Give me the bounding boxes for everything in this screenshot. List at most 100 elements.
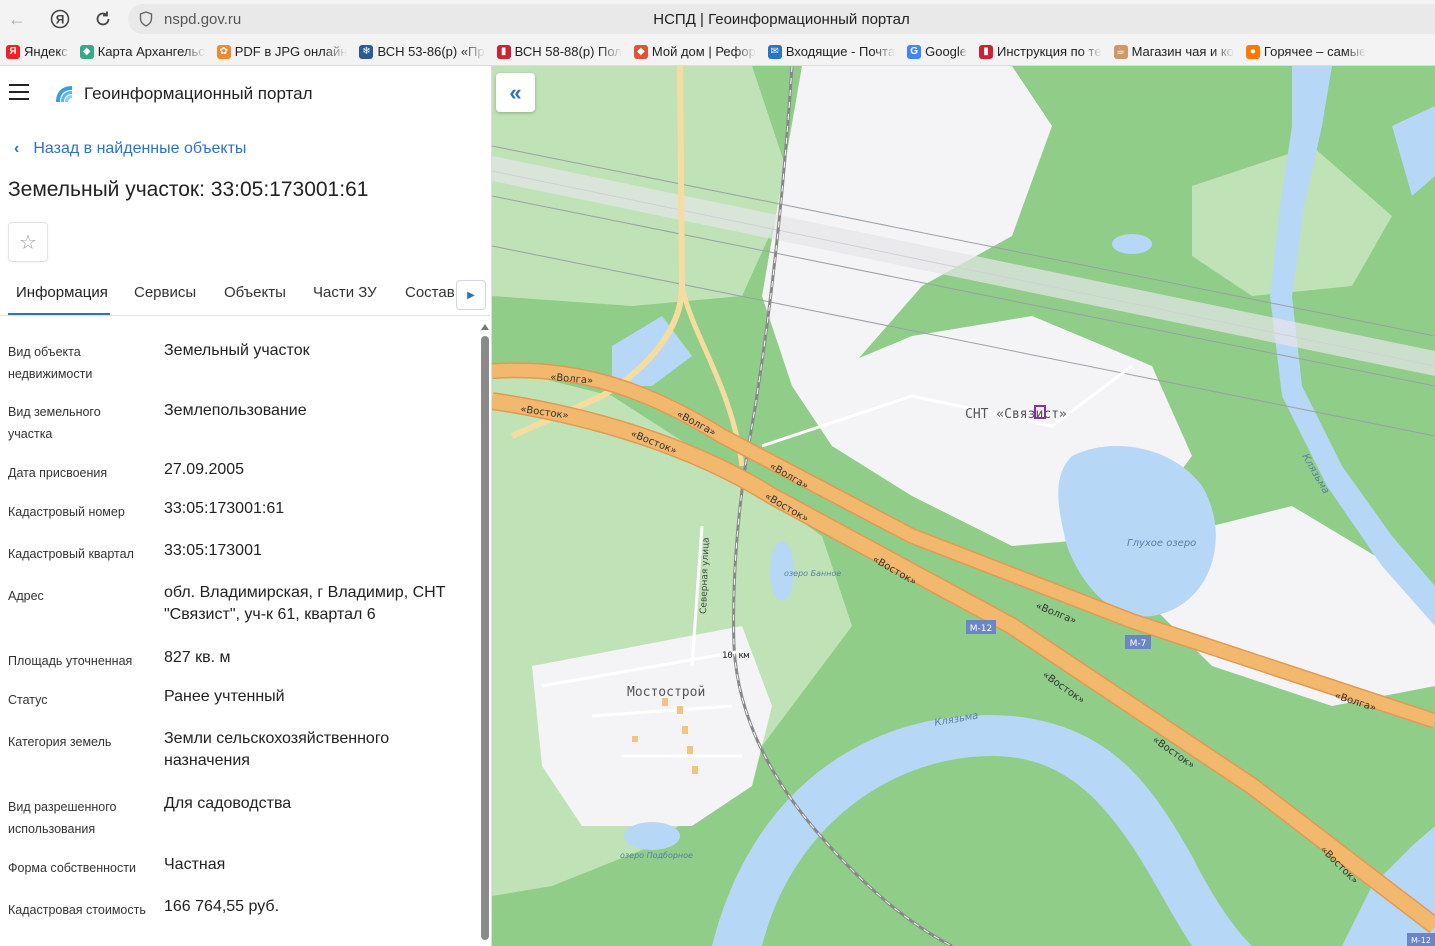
info-value: обл. Владимирская, г Владимир, СНТ "Связ… bbox=[164, 584, 446, 623]
bookmark-item[interactable]: ▮ Инструкция по те bbox=[979, 44, 1102, 59]
map-icon: ◆ bbox=[79, 44, 94, 59]
tab-composition[interactable]: Состав bbox=[405, 284, 455, 301]
glukhoe-label: Глухое озеро bbox=[1127, 538, 1196, 549]
bookmark-item[interactable]: ◆ Мой дом | Рефор bbox=[633, 44, 756, 59]
yandex-icon: Я bbox=[6, 44, 20, 59]
yandex-icon[interactable]: Я bbox=[47, 6, 73, 32]
tabs-scroll-right-button[interactable]: ▶ bbox=[456, 280, 486, 310]
bookmark-label: Мой дом | Рефор bbox=[651, 44, 756, 59]
info-label: Площадь уточненная bbox=[8, 654, 133, 668]
bookmark-label: Входящие - Почта bbox=[785, 44, 896, 59]
menu-icon[interactable] bbox=[9, 84, 29, 100]
bookmark-item[interactable]: ❄ ВСН 53-86(р) «Пр bbox=[359, 44, 485, 59]
favorite-button[interactable]: ☆ bbox=[8, 222, 48, 262]
info-value: Земли сельскохозяйственного назначения bbox=[164, 730, 390, 769]
info-label: Кадастровый номер bbox=[8, 505, 125, 519]
route-shield-m7-label: М-7 bbox=[1130, 639, 1147, 649]
info-value: Земельный участок bbox=[164, 342, 310, 359]
doc-icon: ▮ bbox=[979, 44, 994, 59]
info-label: Вид разрешенного использования bbox=[8, 800, 117, 836]
bookmark-item[interactable]: G Google bbox=[907, 44, 967, 59]
snt-label: СНТ «Связист» bbox=[965, 407, 1067, 422]
bookmark-item[interactable]: ✉ Входящие - Почта bbox=[767, 44, 896, 59]
mostostroy-label: Мостострой bbox=[627, 685, 705, 700]
info-value: Для садоводства bbox=[164, 795, 292, 812]
bookmark-label: Яндекс bbox=[24, 44, 68, 59]
bookmark-label: Google bbox=[925, 44, 968, 59]
bookmark-label: ВСН 53-86(р) «Пр bbox=[377, 44, 485, 59]
info-row: Вид объекта недвижимости Земельный участ… bbox=[0, 341, 478, 391]
bankoe-label: озеро Банное bbox=[784, 569, 841, 578]
info-label: Категория земель bbox=[8, 735, 112, 749]
route-shield-m12-label: М-12 bbox=[1411, 936, 1431, 945]
doc-icon: ▮ bbox=[496, 44, 511, 59]
triangle-right-icon: ▶ bbox=[467, 289, 475, 301]
svg-text:Я: Я bbox=[56, 13, 65, 27]
info-value: 33:05:173001:61 bbox=[164, 500, 285, 517]
object-title: Земельный участок: 33:05:173001:61 bbox=[8, 178, 369, 201]
bookmark-item[interactable]: ◆ Карта Архангельс bbox=[79, 44, 205, 59]
collapse-panel-button[interactable]: « bbox=[496, 73, 535, 112]
bookmark-item[interactable]: ▮ ВСН 58-88(р) Пол bbox=[496, 44, 622, 59]
snowflake-icon: ❄ bbox=[359, 44, 374, 59]
panel-scrollbar[interactable] bbox=[480, 324, 490, 944]
double-chevron-left-icon: « bbox=[509, 79, 522, 105]
info-label: Вид объекта недвижимости bbox=[8, 345, 93, 381]
bookmark-label: Инструкция по те bbox=[997, 44, 1102, 59]
bookmark-label: Магазин чая и ко bbox=[1131, 44, 1234, 59]
info-value: 827 кв. м bbox=[164, 649, 231, 666]
star-icon: ☆ bbox=[19, 231, 37, 254]
bookmarks-bar: Я Яндекс ◆ Карта Архангельс ✿ PDF в JPG онлай… bbox=[0, 38, 1435, 66]
tab-objects[interactable]: Объекты bbox=[224, 284, 286, 301]
lake-podbornoe bbox=[624, 822, 680, 850]
chevron-left-icon: ‹ bbox=[14, 140, 20, 157]
shield-icon bbox=[139, 11, 153, 27]
info-value: Землепользование bbox=[164, 402, 307, 419]
address-bar[interactable]: nspd.gov.ru НСПД | Геоинформационный пор… bbox=[128, 4, 1435, 34]
info-label: Вид земельного участка bbox=[8, 405, 101, 441]
map-canvas[interactable]: СНТ «Связист» Мостострой Глухое озеро оз… bbox=[492, 66, 1435, 946]
mail-icon: ✉ bbox=[767, 44, 782, 59]
info-panel: Геоинформационный портал ‹ Назад в найде… bbox=[0, 66, 492, 946]
bookmark-label: PDF в JPG онлайн bbox=[234, 44, 348, 59]
route-shield-m12-label: М-12 bbox=[970, 624, 992, 634]
bookmark-item[interactable]: ✿ PDF в JPG онлайн bbox=[216, 44, 348, 59]
small-lake bbox=[1112, 234, 1152, 254]
pdf-icon: ✿ bbox=[216, 44, 231, 59]
bookmark-item[interactable]: ● Горячее – самые bbox=[1245, 44, 1367, 59]
info-label: Дата присвоения bbox=[8, 466, 108, 480]
portal-logo-icon bbox=[56, 86, 72, 102]
bookmark-label: Карта Архангельс bbox=[97, 44, 205, 59]
scrollbar-thumb[interactable] bbox=[481, 336, 489, 940]
back-arrow-icon[interactable]: ← bbox=[4, 6, 30, 32]
info-label: Кадастровый квартал bbox=[8, 547, 134, 561]
info-value: 27.09.2005 bbox=[164, 461, 245, 478]
info-label: Статус bbox=[8, 693, 48, 707]
info-value: 166 764,55 руб. bbox=[164, 898, 280, 915]
km-marker-label: 10 км bbox=[722, 651, 750, 661]
tab-bar: Информация Сервисы Объекты Части ЗУ Сост… bbox=[0, 276, 490, 316]
reload-icon[interactable] bbox=[90, 6, 116, 32]
info-value: Ранее учтенный bbox=[164, 688, 285, 705]
browser-toolbar: ← Я nspd.gov.ru НСПД | Геоинформационный… bbox=[0, 0, 1435, 38]
info-label: Кадастровая стоимость bbox=[8, 903, 146, 917]
bookmark-item[interactable]: ☕ Магазин чая и ко bbox=[1113, 44, 1234, 59]
page-tab-title: НСПД | Геоинформационный портал bbox=[653, 11, 910, 28]
tea-icon: ☕ bbox=[1113, 44, 1128, 59]
back-link-label: Назад в найденные объекты bbox=[33, 140, 247, 157]
podbornoe-label: озеро Подборное bbox=[620, 851, 693, 860]
tab-info[interactable]: Информация bbox=[16, 284, 108, 301]
back-to-results-link[interactable]: ‹ Назад в найденные объекты bbox=[14, 140, 246, 158]
bookmark-label: Горячее – самые bbox=[1263, 44, 1367, 59]
house-icon: ◆ bbox=[633, 44, 648, 59]
bookmark-label: ВСН 58-88(р) Пол bbox=[514, 44, 622, 59]
bookmark-item[interactable]: Я Яндекс bbox=[6, 44, 68, 59]
google-icon: G bbox=[907, 44, 922, 59]
tab-parts[interactable]: Части ЗУ bbox=[313, 284, 377, 301]
url-text: nspd.gov.ru bbox=[164, 11, 242, 28]
scroll-up-arrow-icon[interactable] bbox=[481, 324, 489, 330]
map-svg: СНТ «Связист» Мостострой Глухое озеро оз… bbox=[492, 66, 1435, 946]
tab-services[interactable]: Сервисы bbox=[134, 284, 196, 301]
info-value: 33:05:173001 bbox=[164, 542, 262, 559]
info-label: Адрес bbox=[8, 589, 44, 603]
